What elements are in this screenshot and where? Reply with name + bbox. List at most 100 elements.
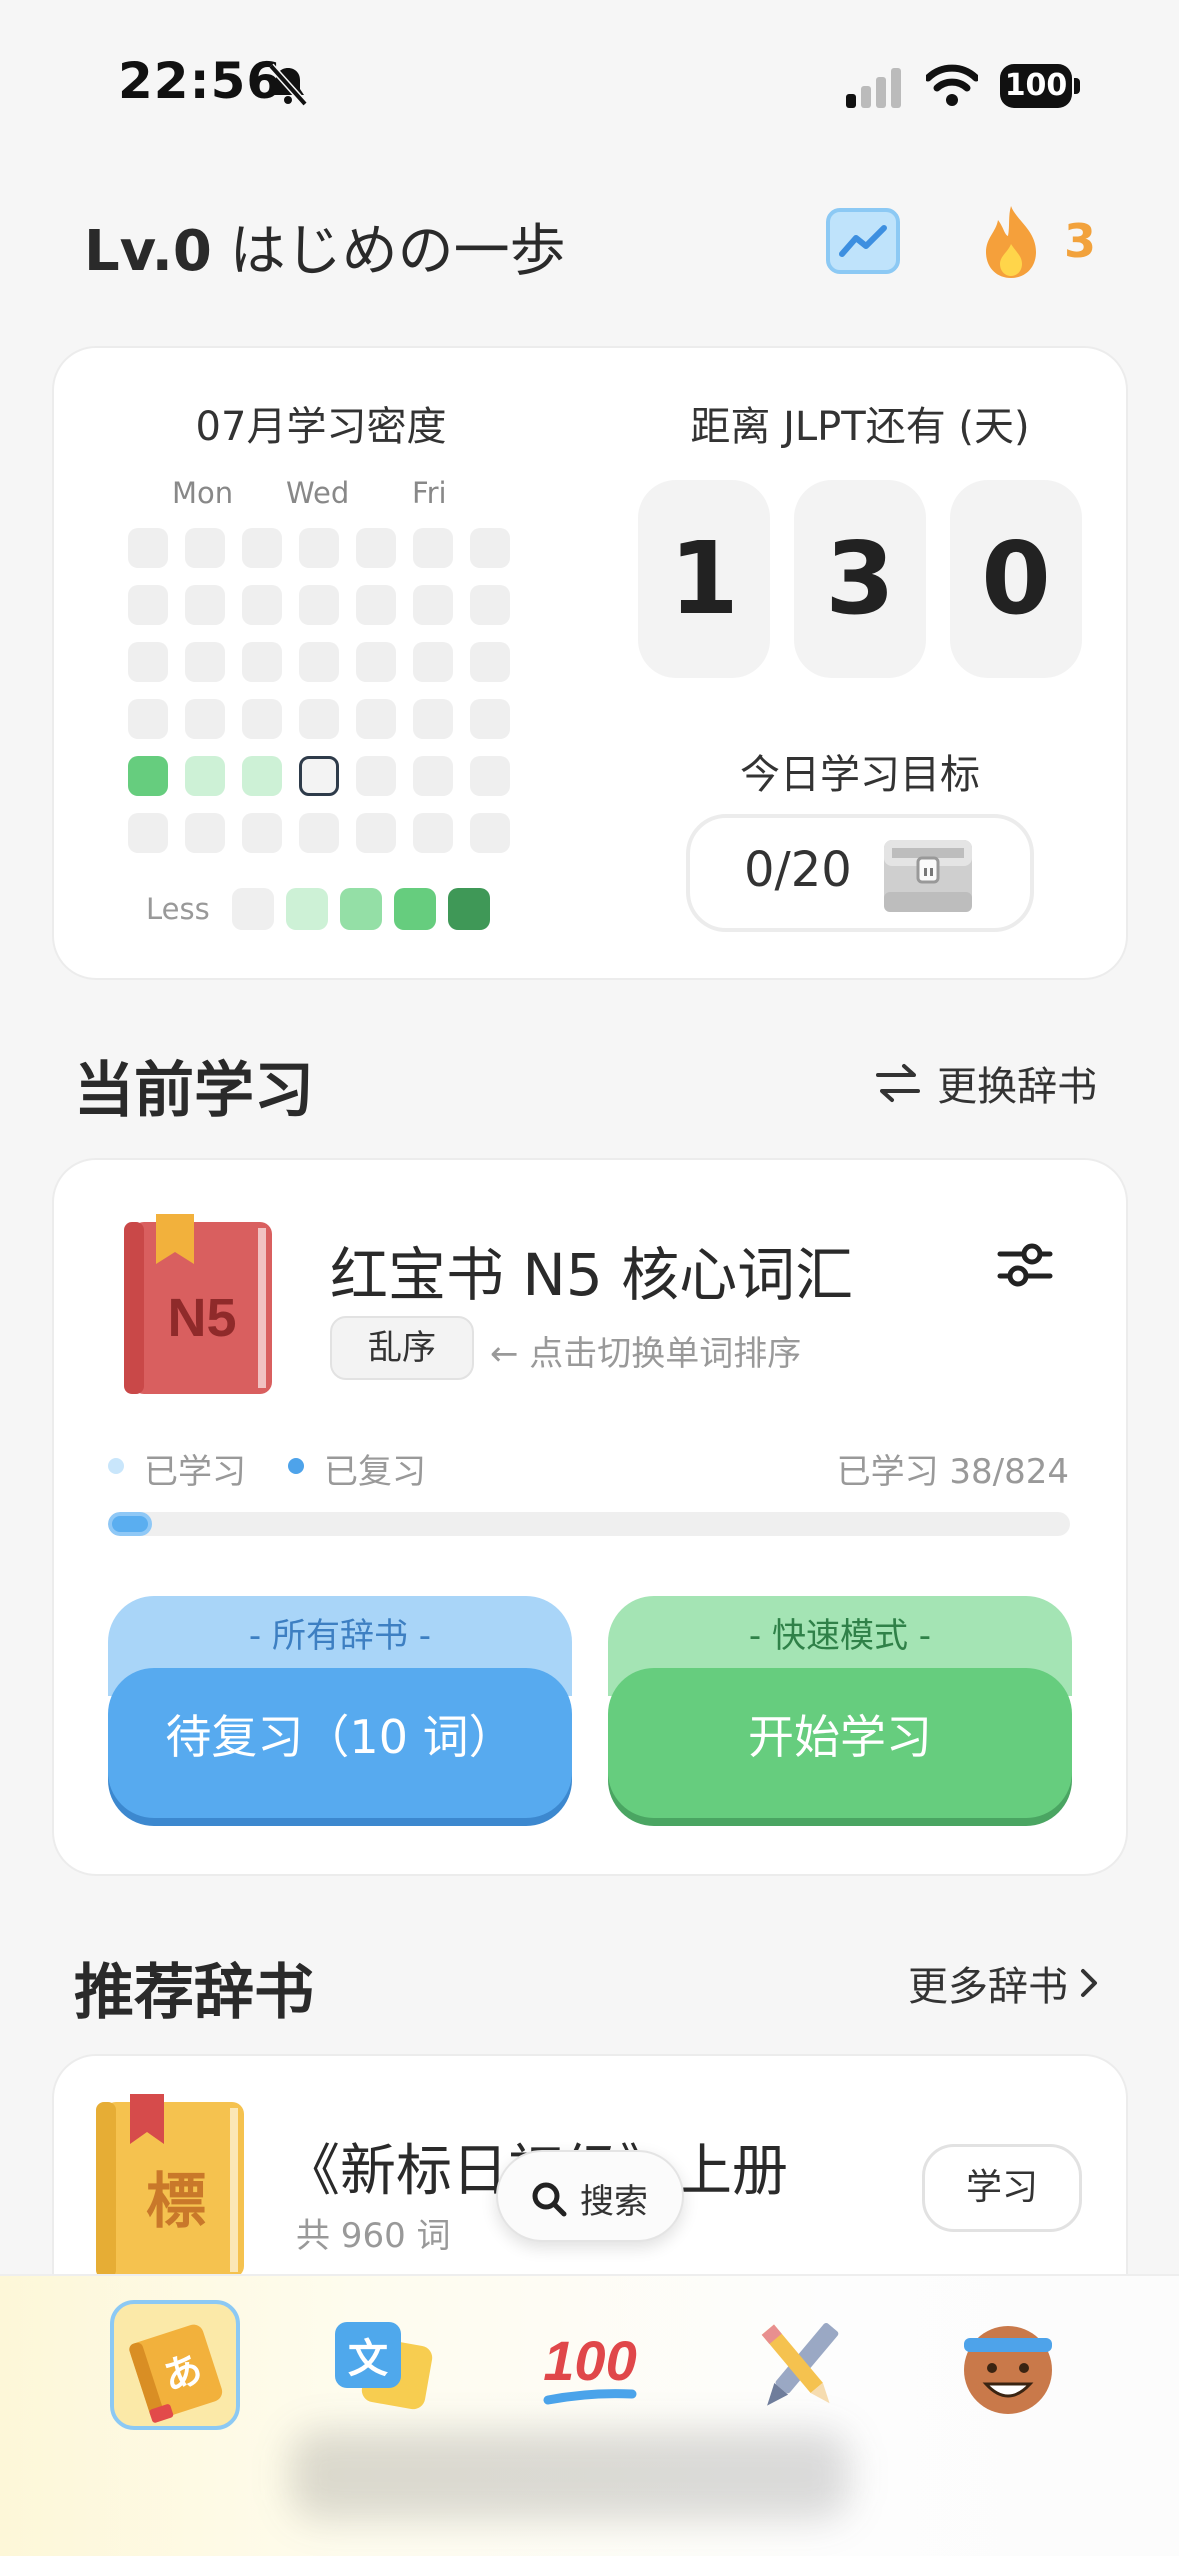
heatmap-cell — [356, 642, 396, 682]
heatmap-cell — [470, 642, 510, 682]
search-icon — [532, 2182, 567, 2217]
heatmap-cell — [128, 585, 168, 625]
cellular-signal-icon — [846, 68, 901, 108]
review-button-label: 待复习（10 词） — [108, 1668, 572, 1818]
treasure-chest-icon — [884, 840, 972, 912]
current-book-title: 红宝书 N5 核心词汇 — [330, 1241, 854, 1309]
heatmap-cell — [185, 813, 225, 853]
pencil-sword-icon[interactable] — [740, 2308, 860, 2428]
heatmap-cell — [299, 813, 339, 853]
heatmap-cell — [128, 528, 168, 568]
legend-level-4 — [448, 888, 490, 930]
heatmap-cell — [185, 642, 225, 682]
legend-less-label: Less — [146, 892, 210, 926]
legend-level-3 — [394, 888, 436, 930]
battery-indicator: 100 — [1000, 64, 1080, 108]
heatmap-cell — [299, 642, 339, 682]
heatmap-cell — [470, 813, 510, 853]
heatmap-cell — [185, 528, 225, 568]
order-hint: ← 点击切换单词排序 — [490, 1334, 802, 1374]
heatmap-cell — [299, 528, 339, 568]
jlpt-digit: 0 — [950, 480, 1082, 678]
heatmap-cell — [128, 699, 168, 739]
heatmap-cell — [356, 813, 396, 853]
progress-fill — [108, 1512, 153, 1536]
trend-line-icon — [839, 225, 887, 257]
heatmap-cell — [356, 528, 396, 568]
daily-goal-box[interactable] — [686, 814, 1034, 932]
heatmap-cell — [413, 813, 453, 853]
heatmap-cell — [128, 756, 168, 796]
book-cover-yellow: 標 — [96, 2094, 244, 2278]
heatmap-cell — [242, 642, 282, 682]
change-book-label: 更换辞书 — [937, 1064, 1098, 1110]
heatmap-cell — [413, 642, 453, 682]
book-cover-label: 標 — [146, 2167, 206, 2237]
streak-count: 3 — [1064, 214, 1097, 268]
translate-icon[interactable]: 文 — [325, 2308, 445, 2428]
heatmap-cell — [413, 756, 453, 796]
heatmap-cell — [470, 528, 510, 568]
level-title: Lv.0 はじめの一歩 — [84, 206, 566, 287]
jlpt-countdown-title: 距离 JLPT还有 (天) — [690, 404, 1030, 450]
swap-arrows-icon — [876, 1064, 920, 1102]
search-label: 搜索 — [580, 2182, 648, 2222]
heatmap-cell — [185, 756, 225, 796]
svg-text:文: 文 — [348, 2336, 388, 2382]
daily-goal-value: 0/20 — [744, 842, 852, 898]
heatmap-cell — [413, 528, 453, 568]
recommended-heading: 推荐辞书 — [74, 1958, 314, 2028]
level-name: はじめの一歩 — [229, 219, 566, 284]
tabbar-blurred-content — [290, 2430, 850, 2520]
heatmap-cell — [470, 585, 510, 625]
heatmap-cell — [470, 699, 510, 739]
start-learning-button[interactable]: - 快速模式 - 开始学习 — [608, 1596, 1072, 1818]
heatmap-cell — [470, 756, 510, 796]
heatmap-cell — [356, 756, 396, 796]
more-books-label: 更多辞书 — [908, 1964, 1068, 2010]
learn-button[interactable]: 学习 — [922, 2144, 1082, 2232]
recommended-book-count: 共 960 词 — [296, 2216, 451, 2256]
review-button[interactable]: - 所有辞书 - 待复习（10 词） — [108, 1596, 572, 1818]
heatmap-cell — [185, 699, 225, 739]
heatmap-cell — [242, 699, 282, 739]
reviewed-legend-label: 已复习 — [324, 1452, 426, 1492]
heatmap-cell — [299, 585, 339, 625]
change-book-link[interactable]: 更换辞书 — [874, 1054, 1097, 1112]
japanese-book-icon: あ — [129, 2324, 223, 2423]
trend-chart-button[interactable] — [826, 208, 900, 274]
density-title: 07月学习密度 — [195, 404, 447, 450]
more-books-link[interactable]: 更多辞书 — [908, 1954, 1101, 2012]
svg-text:100: 100 — [543, 2329, 636, 2392]
wifi-icon — [926, 64, 978, 106]
day-label-fri: Fri — [412, 476, 447, 510]
score-100-icon[interactable]: 100 — [530, 2308, 650, 2428]
level-label: Lv.0 — [84, 219, 212, 284]
heatmap-cell — [128, 642, 168, 682]
heatmap-cell-today — [299, 756, 339, 796]
sliders-settings-icon[interactable] — [996, 1238, 1054, 1292]
day-label-mon: Mon — [172, 476, 234, 510]
legend-level-2 — [340, 888, 382, 930]
chevron-right-icon — [1081, 1969, 1098, 1997]
heatmap-cell — [128, 813, 168, 853]
profile-avatar-icon[interactable] — [948, 2308, 1068, 2428]
heatmap-cell — [356, 585, 396, 625]
battery-level: 100 — [1000, 64, 1072, 108]
jlpt-digit: 3 — [794, 480, 926, 678]
heatmap-cell — [242, 756, 282, 796]
book-cover-red: N5 — [124, 1214, 272, 1394]
flame-icon — [986, 206, 1036, 278]
start-learning-label: 开始学习 — [608, 1668, 1072, 1818]
heatmap-cell — [299, 699, 339, 739]
current-study-heading: 当前学习 — [74, 1056, 314, 1126]
status-time: 22:56 — [118, 52, 283, 110]
heatmap-cell — [185, 585, 225, 625]
order-toggle-button[interactable]: 乱序 — [330, 1316, 474, 1380]
day-label-wed: Wed — [286, 476, 350, 510]
reviewed-legend-dot — [288, 1458, 304, 1474]
progress-bar — [108, 1512, 1070, 1536]
search-button[interactable]: 搜索 — [496, 2150, 684, 2242]
book-cover-label: N5 — [167, 1288, 236, 1348]
daily-goal-title: 今日学习目标 — [740, 752, 980, 798]
